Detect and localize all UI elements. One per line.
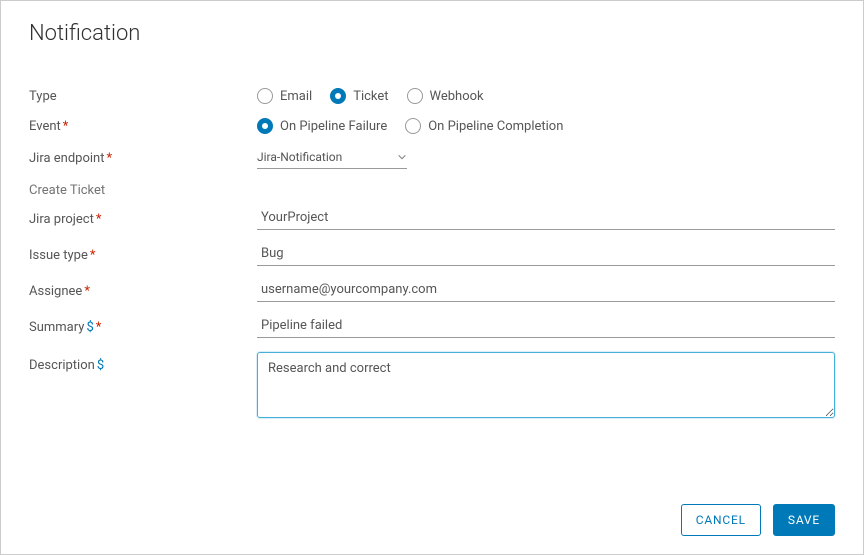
- event-radio-group: On Pipeline Failure On Pipeline Completi…: [257, 118, 835, 134]
- row-summary: Summary$*: [29, 316, 835, 338]
- label-jira-project: Jira project*: [29, 212, 257, 227]
- jira-project-input[interactable]: [257, 208, 835, 230]
- assignee-input[interactable]: [257, 280, 835, 302]
- radio-on-completion[interactable]: On Pipeline Completion: [405, 118, 563, 134]
- radio-email[interactable]: Email: [257, 88, 312, 104]
- type-radio-group: Email Ticket Webhook: [257, 88, 835, 104]
- label-jira-endpoint: Jira endpoint*: [29, 151, 257, 166]
- required-marker: *: [84, 284, 90, 299]
- label-event-text: Event: [29, 119, 61, 134]
- issue-type-control: [257, 244, 835, 266]
- radio-ticket[interactable]: Ticket: [330, 88, 388, 104]
- radio-circle-icon: [407, 88, 423, 104]
- label-event: Event*: [29, 119, 257, 134]
- label-type: Type: [29, 89, 257, 104]
- row-event: Event* On Pipeline Failure On Pipeline C…: [29, 118, 835, 134]
- summary-control: [257, 316, 835, 338]
- label-description-text: Description: [29, 358, 95, 373]
- row-jira-endpoint: Jira endpoint* Jira-Notification: [29, 148, 835, 169]
- row-issue-type: Issue type*: [29, 244, 835, 266]
- radio-webhook[interactable]: Webhook: [407, 88, 484, 104]
- label-issue-type: Issue type*: [29, 248, 257, 263]
- variable-marker: $: [97, 358, 104, 373]
- label-assignee-text: Assignee: [29, 284, 82, 299]
- radio-email-label: Email: [280, 89, 312, 104]
- cancel-button[interactable]: Cancel: [681, 504, 761, 536]
- variable-marker: $: [86, 320, 93, 335]
- jira-endpoint-select[interactable]: Jira-Notification: [257, 148, 407, 169]
- row-type: Type Email Ticket Webhook: [29, 88, 835, 104]
- notification-panel: Notification Type Email Ticket Webhook: [0, 0, 864, 555]
- radio-on-failure[interactable]: On Pipeline Failure: [257, 118, 387, 134]
- row-jira-project: Jira project*: [29, 208, 835, 230]
- required-marker: *: [107, 151, 113, 166]
- issue-type-input[interactable]: [257, 244, 835, 266]
- label-jira-project-text: Jira project: [29, 212, 94, 227]
- footer-actions: Cancel Save: [29, 504, 835, 536]
- jira-endpoint-value: Jira-Notification: [257, 150, 397, 164]
- label-jira-endpoint-text: Jira endpoint: [29, 151, 105, 166]
- jira-project-control: [257, 208, 835, 230]
- section-create-ticket: Create Ticket: [29, 183, 835, 198]
- label-assignee: Assignee*: [29, 284, 257, 299]
- description-control: [257, 352, 835, 418]
- label-summary: Summary$*: [29, 320, 257, 335]
- row-description: Description$: [29, 352, 835, 418]
- description-textarea[interactable]: [257, 352, 835, 418]
- required-marker: *: [90, 248, 96, 263]
- radio-circle-icon: [330, 88, 346, 104]
- page-title: Notification: [29, 21, 835, 46]
- radio-ticket-label: Ticket: [353, 89, 388, 104]
- save-button[interactable]: Save: [773, 504, 835, 536]
- required-marker: *: [96, 212, 102, 227]
- label-summary-text: Summary: [29, 320, 84, 335]
- assignee-control: [257, 280, 835, 302]
- required-marker: *: [63, 119, 69, 134]
- radio-on-completion-label: On Pipeline Completion: [428, 119, 563, 134]
- notification-form: Type Email Ticket Webhook Event*: [29, 88, 835, 504]
- summary-input[interactable]: [257, 316, 835, 338]
- radio-circle-icon: [405, 118, 421, 134]
- radio-on-failure-label: On Pipeline Failure: [280, 119, 387, 134]
- label-description: Description$: [29, 352, 257, 373]
- row-assignee: Assignee*: [29, 280, 835, 302]
- label-issue-type-text: Issue type: [29, 248, 88, 263]
- chevron-down-icon: [397, 152, 407, 162]
- required-marker: *: [96, 320, 102, 335]
- jira-endpoint-control: Jira-Notification: [257, 148, 835, 169]
- radio-webhook-label: Webhook: [430, 89, 484, 104]
- radio-circle-icon: [257, 88, 273, 104]
- radio-circle-icon: [257, 118, 273, 134]
